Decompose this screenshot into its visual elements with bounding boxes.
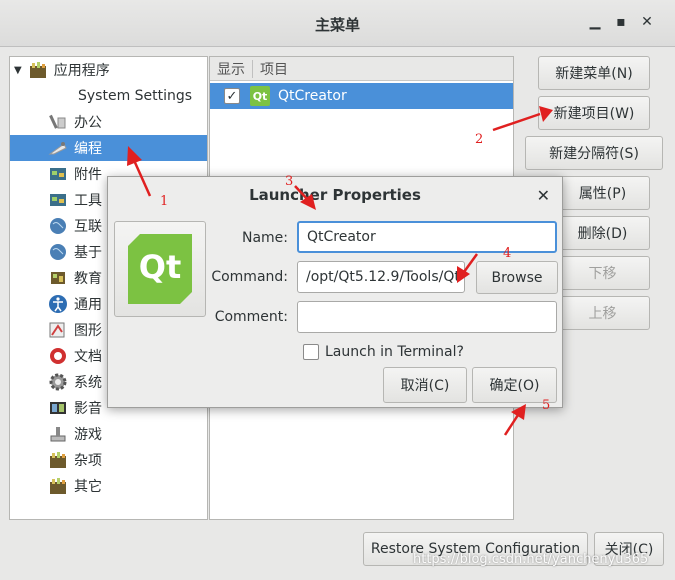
window-titlebar: 主菜单 ▁ ▪ ✕ bbox=[0, 0, 675, 47]
properties-button[interactable]: 属性(P) bbox=[555, 176, 650, 210]
system-gear-icon bbox=[48, 372, 68, 392]
tree-item-system-settings[interactable]: System Settings bbox=[10, 83, 207, 109]
delete-button[interactable]: 删除(D) bbox=[555, 216, 650, 250]
annotation-3: 3 bbox=[285, 174, 294, 189]
tree-item-label: 图形 bbox=[74, 323, 102, 339]
new-menu-button[interactable]: 新建菜单(N) bbox=[538, 56, 650, 90]
tree-item-label: 教育 bbox=[74, 271, 102, 287]
annotation-5: 5 bbox=[542, 398, 551, 413]
tree-item-label: 文档 bbox=[74, 349, 102, 365]
move-down-button[interactable]: 下移 bbox=[555, 256, 650, 290]
command-input[interactable]: /opt/Qt5.12.9/Tools/Qt bbox=[297, 261, 465, 293]
internet-icon bbox=[48, 216, 68, 236]
tree-item-label: 办公 bbox=[74, 115, 102, 131]
close-icon[interactable]: ✕ bbox=[637, 14, 657, 34]
name-input[interactable]: QtCreator bbox=[297, 221, 557, 253]
tree-item-label: 影音 bbox=[74, 401, 102, 417]
window-title: 主菜单 bbox=[314, 16, 360, 34]
new-item-button[interactable]: 新建项目(W) bbox=[538, 96, 650, 130]
column-item[interactable]: 项目 bbox=[253, 59, 288, 79]
cancel-button[interactable]: 取消(C) bbox=[383, 367, 467, 403]
command-label: Command: bbox=[211, 269, 288, 285]
annotation-2: 2 bbox=[475, 132, 484, 147]
tree-item-label: 编程 bbox=[74, 141, 102, 157]
tree-item-label: 其它 bbox=[74, 479, 102, 495]
games-icon bbox=[48, 424, 68, 444]
launch-terminal-checkbox[interactable] bbox=[303, 344, 319, 360]
other-icon bbox=[48, 476, 68, 496]
accessories-icon bbox=[48, 164, 68, 184]
expand-arrow-icon[interactable]: ▼ bbox=[14, 65, 22, 76]
show-checkbox[interactable]: ✓ bbox=[224, 88, 240, 104]
programming-icon bbox=[48, 138, 68, 158]
move-up-button[interactable]: 上移 bbox=[555, 296, 650, 330]
office-icon bbox=[48, 112, 68, 132]
multimedia-icon bbox=[48, 398, 68, 418]
accessibility-icon bbox=[48, 294, 68, 314]
tools-icon bbox=[48, 190, 68, 210]
name-label: Name: bbox=[241, 230, 288, 246]
tree-item-label: 系统 bbox=[74, 375, 102, 391]
tree-item-label: 通用 bbox=[74, 297, 102, 313]
folder-icon bbox=[28, 60, 48, 80]
tree-item-label: 工具 bbox=[74, 193, 102, 209]
list-item[interactable]: ✓ Qt QtCreator bbox=[210, 83, 513, 109]
annotation-4: 4 bbox=[503, 246, 512, 261]
launch-terminal-option[interactable]: Launch in Terminal? bbox=[303, 344, 464, 360]
launcher-properties-dialog: Launcher Properties ✕ Qt Name: QtCreator… bbox=[107, 176, 563, 408]
graphics-icon bbox=[48, 320, 68, 340]
item-name: QtCreator bbox=[278, 88, 347, 104]
education-icon bbox=[48, 268, 68, 288]
tree-item-label: 应用程序 bbox=[53, 63, 110, 79]
minimize-icon[interactable]: ▁ bbox=[585, 14, 605, 34]
tree-item-misc[interactable]: 杂项 bbox=[10, 447, 207, 473]
tree-item-label: 互联 bbox=[74, 219, 102, 235]
tree-item-label: System Settings bbox=[78, 88, 193, 104]
column-show[interactable]: 显示 bbox=[210, 59, 245, 79]
browse-button[interactable]: Browse bbox=[476, 261, 558, 294]
tree-item-label: 基于 bbox=[74, 245, 102, 261]
new-separator-button[interactable]: 新建分隔符(S) bbox=[525, 136, 663, 170]
dialog-close-icon[interactable]: ✕ bbox=[537, 186, 550, 205]
help-icon bbox=[48, 346, 68, 366]
watermark: https://blog.csdn.net/yanchenyu365 bbox=[413, 552, 649, 567]
comment-label: Comment: bbox=[214, 309, 288, 325]
annotation-1: 1 bbox=[160, 194, 169, 209]
tree-item-games[interactable]: 游戏 bbox=[10, 421, 207, 447]
qt-icon: Qt bbox=[250, 86, 270, 106]
misc-icon bbox=[48, 450, 68, 470]
launch-terminal-label: Launch in Terminal? bbox=[325, 344, 464, 360]
items-header: 显示 项目 bbox=[210, 57, 513, 81]
tree-item-office[interactable]: 办公 bbox=[10, 109, 207, 135]
dialog-title: Launcher Properties bbox=[249, 186, 421, 204]
tree-item-applications[interactable]: ▼ 应用程序 bbox=[10, 57, 207, 83]
tree-item-label: 游戏 bbox=[74, 427, 102, 443]
comment-input[interactable] bbox=[297, 301, 557, 333]
tree-item-label: 杂项 bbox=[74, 453, 102, 469]
tree-item-label: 附件 bbox=[74, 167, 102, 183]
maximize-icon[interactable]: ▪ bbox=[611, 14, 631, 34]
tree-item-other[interactable]: 其它 bbox=[10, 473, 207, 499]
globe-icon bbox=[48, 242, 68, 262]
tree-item-programming[interactable]: 编程 bbox=[10, 135, 207, 161]
